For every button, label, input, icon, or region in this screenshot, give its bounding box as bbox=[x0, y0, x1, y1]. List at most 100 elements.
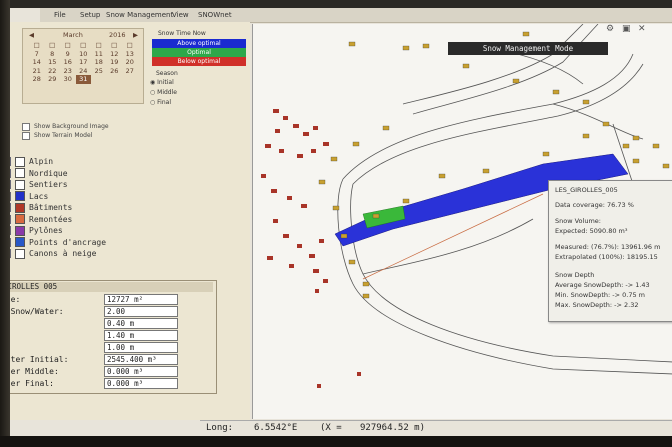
calendar-day[interactable]: 22 bbox=[45, 67, 61, 76]
menu-snow-management[interactable]: Snow Management bbox=[106, 11, 173, 19]
info-value-field[interactable]: 0.000 m³ bbox=[104, 378, 178, 389]
menu-view[interactable]: View bbox=[172, 11, 189, 19]
calendar-day[interactable]: 24 bbox=[76, 67, 92, 76]
info-value-field[interactable]: 0.40 m bbox=[104, 318, 178, 329]
above-optimal-bar: Above optimal bbox=[152, 39, 246, 48]
monitor-bezel-left bbox=[0, 0, 10, 447]
close-icon[interactable]: ✕ bbox=[638, 24, 646, 34]
calendar-day-selected[interactable]: 31 bbox=[75, 75, 91, 84]
layer-item-remontees[interactable]: Remontées bbox=[2, 214, 242, 226]
layer-item-nordique[interactable]: Nordique bbox=[2, 167, 242, 180]
calendar-day[interactable]: 14 bbox=[29, 58, 45, 67]
calendar-header: ◀ March 2016 ▶ bbox=[23, 31, 143, 40]
calendar-day[interactable]: 11 bbox=[91, 50, 107, 59]
calendar-day[interactable]: 30 bbox=[60, 75, 76, 84]
calendar-day[interactable]: □ bbox=[29, 41, 45, 50]
layer-swatch bbox=[15, 225, 25, 236]
long-value: 6.5542°E bbox=[254, 423, 298, 433]
calendar-day[interactable]: 17 bbox=[76, 58, 92, 67]
settings-icon[interactable]: ⚙ bbox=[606, 24, 614, 34]
road-north-inner bbox=[412, 24, 599, 115]
option-label: Show Background Image bbox=[34, 123, 109, 130]
calendar-day[interactable]: □ bbox=[60, 41, 76, 50]
status-bar: Long: 6.5542°E (X = 927964.52 m) bbox=[200, 420, 672, 437]
calendar-day[interactable]: 7 bbox=[29, 50, 45, 59]
info-value-field[interactable]: 1.40 m bbox=[104, 330, 178, 341]
option-label: Show Terrain Model bbox=[34, 132, 93, 139]
layer-label: Alpin bbox=[29, 157, 54, 167]
season-option-initial[interactable]: ◉ Initial bbox=[150, 79, 174, 86]
calendar-day[interactable]: □ bbox=[122, 41, 138, 50]
calendar-day[interactable]: 26 bbox=[107, 67, 123, 76]
calendar-day[interactable]: 28 bbox=[29, 75, 45, 84]
info-row-water-initial: water Initial: 2545.400 m³ bbox=[1, 354, 216, 365]
calendar-week: 21 22 23 24 25 26 27 bbox=[29, 67, 139, 76]
layer-label: Sentiers bbox=[29, 180, 68, 190]
season-option-middle[interactable]: ○ Middle bbox=[150, 89, 177, 96]
prev-month-icon[interactable]: ◀ bbox=[29, 31, 34, 39]
info-row-depth-2: 1.40 m bbox=[1, 330, 216, 341]
checkbox[interactable] bbox=[22, 122, 30, 131]
tooltip-avg-depth: Average SnowDepth: -> 1.43 bbox=[555, 281, 650, 289]
menu-setup[interactable]: Setup bbox=[80, 11, 100, 19]
info-row-surface: ace: 12727 m² bbox=[1, 294, 216, 305]
calendar-day[interactable]: □ bbox=[45, 41, 61, 50]
calendar-day[interactable]: □ bbox=[76, 41, 92, 50]
layer-swatch bbox=[15, 248, 25, 259]
info-value-field[interactable]: 2545.400 m³ bbox=[104, 354, 178, 365]
calendar-day[interactable]: 16 bbox=[60, 58, 76, 67]
x-value: 927964.52 m) bbox=[360, 423, 426, 433]
buildings bbox=[261, 109, 361, 388]
layer-item-alpin[interactable]: Alpin bbox=[2, 155, 242, 168]
calendar-week: 7 8 9 10 11 12 13 bbox=[29, 50, 139, 59]
show-terrain-option[interactable]: Show Terrain Model bbox=[22, 131, 212, 140]
layer-item-lacs[interactable]: Lacs bbox=[2, 191, 242, 203]
season-initial-label: Initial bbox=[157, 79, 174, 86]
calendar-day[interactable]: 20 bbox=[122, 58, 138, 67]
info-value-field[interactable]: 2.00 bbox=[104, 306, 178, 317]
calendar: ◀ March 2016 ▶ □ □ □ □ □ □ □ 7 8 9 10 11 12 13 14 15 1… bbox=[22, 28, 144, 104]
layer-item-canons[interactable]: Canons à neige bbox=[2, 248, 242, 260]
calendar-day[interactable]: 18 bbox=[91, 58, 107, 67]
calendar-day[interactable]: □ bbox=[91, 41, 107, 50]
menu-file[interactable]: File bbox=[54, 11, 66, 19]
checkbox[interactable] bbox=[22, 131, 30, 140]
map-toolbar: ⚙ ▣ ✕ bbox=[604, 24, 672, 38]
info-value-field[interactable]: 0.000 m³ bbox=[104, 366, 178, 377]
layer-item-pylones[interactable]: Pylônes bbox=[2, 225, 242, 237]
calendar-day[interactable]: 23 bbox=[60, 67, 76, 76]
calendar-day[interactable]: 25 bbox=[91, 67, 107, 76]
calendar-year: 2016 bbox=[109, 31, 126, 39]
layer-list: Alpin Nordique Sentiers Lacs Bâtiments R… bbox=[2, 155, 242, 260]
layer-label: Canons à neige bbox=[29, 249, 97, 259]
layer-item-batiments[interactable]: Bâtiments bbox=[2, 201, 242, 214]
layer-item-points-ancrage[interactable]: Points d'ancrage bbox=[2, 237, 242, 249]
info-value-field[interactable]: 12727 m² bbox=[104, 294, 178, 305]
calendar-day[interactable]: 10 bbox=[76, 50, 92, 59]
tooltip-coverage: Data coverage: 76.73 % bbox=[555, 201, 634, 209]
calendar-day[interactable]: 9 bbox=[60, 50, 76, 59]
calendar-day[interactable]: 21 bbox=[29, 67, 45, 76]
calendar-day[interactable]: 13 bbox=[122, 50, 138, 59]
calendar-day[interactable]: 27 bbox=[122, 67, 138, 76]
save-icon[interactable]: ▣ bbox=[622, 24, 631, 34]
calendar-day[interactable]: 15 bbox=[45, 58, 61, 67]
season-option-final[interactable]: ○ Final bbox=[150, 99, 171, 106]
next-month-icon[interactable]: ▶ bbox=[133, 31, 138, 39]
calendar-day[interactable]: 8 bbox=[45, 50, 61, 59]
calendar-day[interactable]: 19 bbox=[107, 58, 123, 67]
info-value-field[interactable]: 1.00 m bbox=[104, 342, 178, 353]
layer-swatch bbox=[15, 214, 25, 225]
layer-swatch bbox=[15, 179, 25, 190]
calendar-day[interactable]: 12 bbox=[107, 50, 123, 59]
long-label: Long: bbox=[206, 423, 234, 433]
calendar-day[interactable]: □ bbox=[107, 41, 123, 50]
layer-item-sentiers[interactable]: Sentiers bbox=[2, 178, 242, 191]
calendar-grid: □ □ □ □ □ □ □ 7 8 9 10 11 12 13 14 15 16 17 18 19 20 21 22 2… bbox=[29, 41, 139, 84]
menu-snownet[interactable]: SNOWnet bbox=[198, 11, 232, 19]
info-row-depth-3: 1.00 m bbox=[1, 342, 216, 353]
calendar-day[interactable]: 29 bbox=[45, 75, 61, 84]
optimal-bar: Optimal bbox=[152, 48, 246, 57]
show-background-option[interactable]: Show Background Image bbox=[22, 122, 212, 131]
layer-label: Lacs bbox=[29, 191, 49, 201]
